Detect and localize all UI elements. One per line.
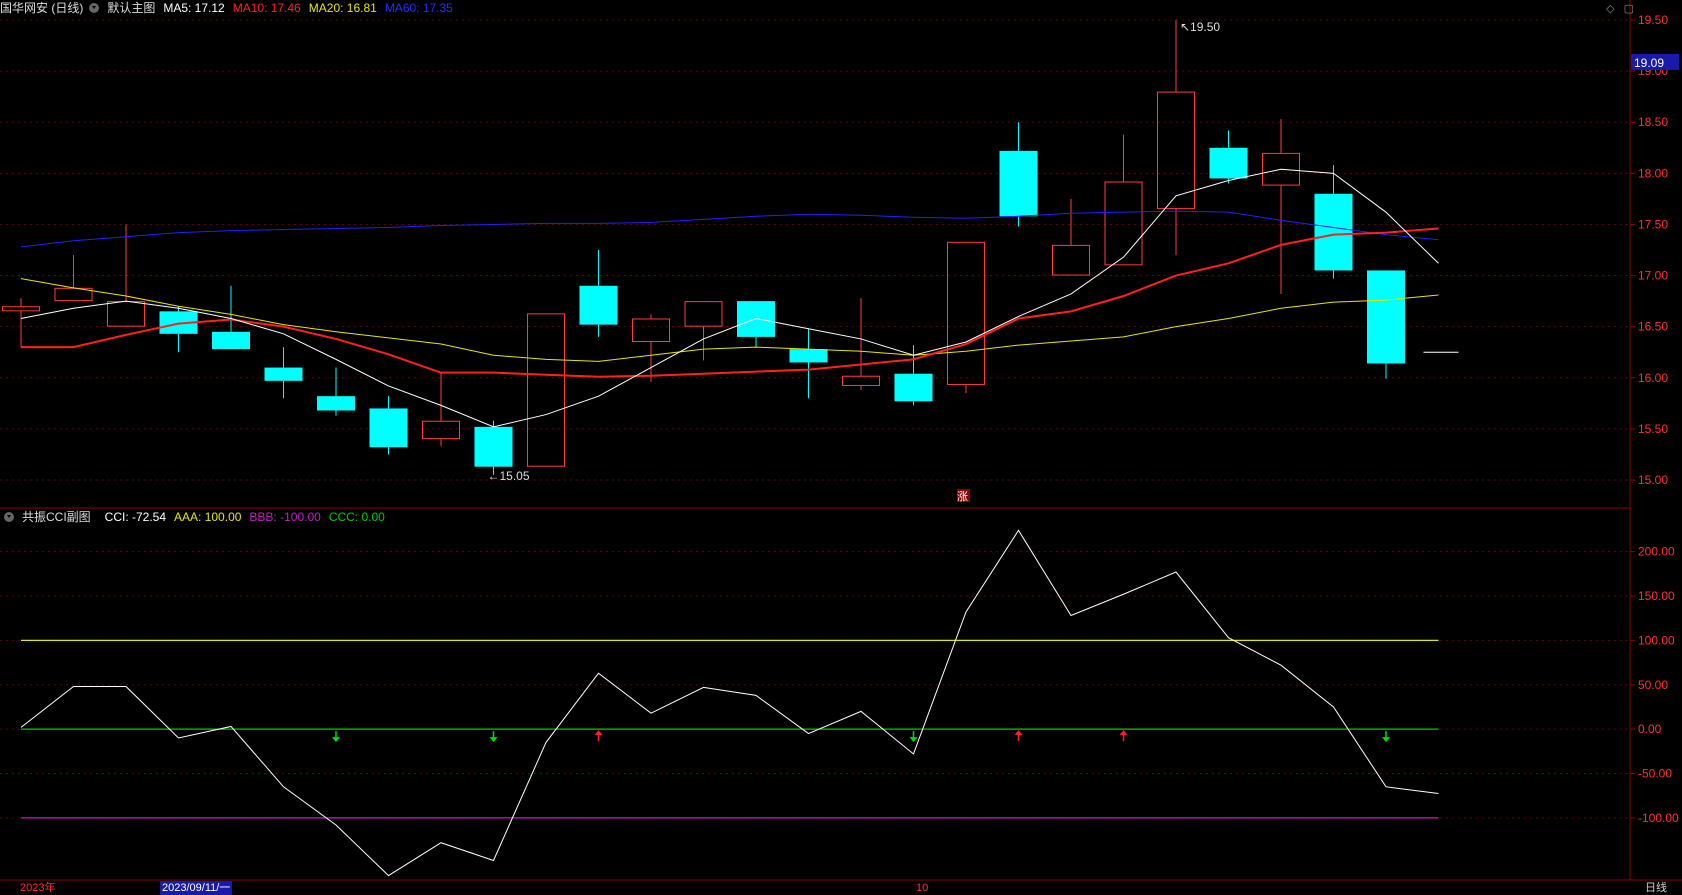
candle-body-down: [264, 367, 303, 381]
chevron-down-icon[interactable]: [4, 512, 14, 522]
signal-arrow-up-head: [1119, 730, 1128, 736]
ma60-value: MA60: 17.35: [384, 1, 453, 15]
candle-body-down: [474, 426, 513, 467]
ma10-line: [21, 227, 1439, 378]
cci-header: 共振CCI副图 CCI: -72.54 AAA: 100.00 BBB: -10…: [0, 509, 393, 525]
signal-arrow-down-head: [332, 737, 340, 743]
candle-body-up: [632, 318, 670, 343]
signal-arrow-up-head: [1014, 730, 1023, 736]
cci-tick-label: 200.00: [1638, 545, 1675, 559]
candle-body-up: [2, 306, 40, 312]
price-tick-label: 17.00: [1638, 269, 1668, 283]
cci-value: CCI: -72.54: [104, 510, 167, 524]
cci-tick-label: -100.00: [1638, 811, 1679, 825]
cci-tick-label: 50.00: [1638, 678, 1668, 692]
price-tick-label: 18.50: [1638, 115, 1668, 129]
candle-body-down: [579, 285, 618, 325]
ma20-value: MA20: 16.81: [308, 1, 377, 15]
signal-arrow-down-head: [1382, 737, 1390, 743]
signal-arrow-down-head: [489, 737, 498, 743]
moving-average-lines: ↖19.50 ←15.05 涨: [20, 20, 1459, 503]
candle-body-down: [212, 331, 250, 350]
price-axes: 19.5019.0018.5018.0017.5017.0016.5016.00…: [1630, 13, 1679, 825]
bbb-value: BBB: -100.00: [249, 510, 321, 524]
cursor-date-label: 2023/09/11/一: [160, 881, 233, 895]
candle-body-up: [1157, 91, 1195, 210]
cci-plot: [20, 529, 1439, 877]
candle-body-down: [999, 150, 1038, 217]
candlestick-series: [2, 20, 1405, 475]
candle-body-up: [1104, 181, 1143, 266]
signal-arrow-up-head: [594, 730, 603, 736]
main-chart-header: 国华网安 (日线) 默认主图 MA5: 17.12 MA10: 17.46 MA…: [0, 0, 461, 16]
top-toolbar: ◇ ▢: [1600, 2, 1634, 15]
price-tick-label: 18.00: [1638, 166, 1668, 180]
cci-tick-label: 100.00: [1638, 633, 1675, 647]
signal-arrow-down-head: [909, 737, 918, 743]
year-label: 2023年: [20, 882, 56, 894]
aaa-value: AAA: 100.00: [174, 510, 242, 524]
date-axis: 2023年 2023/09/11/一 10 日线: [0, 881, 1682, 895]
candle-body-up: [527, 313, 565, 467]
candle-body-up: [422, 420, 460, 440]
price-tick-label: 16.50: [1638, 320, 1668, 334]
candle-body-up: [107, 301, 145, 327]
chart-canvas[interactable]: ↖19.50←15.05涨 19.5019.0018.5018.0017.501…: [0, 0, 1682, 895]
rise-marker-label: 涨: [957, 490, 968, 503]
cci-tick-label: -50.00: [1638, 767, 1672, 781]
chevron-down-icon[interactable]: [89, 3, 100, 13]
window-icon[interactable]: ▢: [1624, 3, 1634, 15]
high-price-annotation: ↖19.50: [1180, 20, 1220, 34]
main-template-label[interactable]: 默认主图: [107, 0, 155, 16]
diamond-icon[interactable]: ◇: [1606, 3, 1614, 15]
candle-body-down: [1367, 270, 1405, 364]
price-tick-label: 19.50: [1638, 13, 1668, 27]
candle-body-down: [789, 349, 828, 363]
candle-body-down: [317, 396, 355, 411]
cci-title[interactable]: 共振CCI副图: [22, 509, 91, 525]
low-price-annotation: ←15.05: [488, 469, 530, 483]
ccc-value: CCC: 0.00: [328, 510, 385, 524]
price-tick-label: 15.00: [1638, 473, 1668, 487]
ma5-line: [20, 168, 1439, 428]
stock-title[interactable]: 国华网安 (日线): [0, 0, 83, 16]
ma5-value: MA5: 17.12: [163, 1, 225, 15]
cci-tick-label: 150.00: [1638, 589, 1675, 603]
candle-body-up: [947, 241, 985, 385]
price-tick-label: 17.50: [1638, 217, 1668, 231]
candle-body-up: [684, 301, 723, 327]
month-label: 10: [916, 882, 929, 894]
candle-body-down: [369, 408, 408, 448]
ma60-line: [20, 210, 1439, 248]
stock-chart-window: ↖19.50 ←15.05 涨 19.50 19.00 18.50 18.00 17.50 1…: [0, 0, 1682, 895]
cci-line: [20, 529, 1439, 877]
grid-lines: [0, 0, 1682, 881]
candle-body-up: [1052, 244, 1090, 276]
candle-body-up: [842, 375, 880, 386]
candle-body-down: [1209, 147, 1248, 179]
price-tick-label: 16.00: [1638, 371, 1668, 385]
current-price-label: 19.09: [1634, 56, 1664, 70]
candle-body-down: [1314, 193, 1353, 271]
candle-body-down: [894, 373, 933, 402]
price-tick-label: 15.50: [1638, 422, 1668, 436]
period-label[interactable]: 日线: [1645, 881, 1667, 895]
cci-tick-label: 0.00: [1638, 722, 1662, 736]
ma10-value: MA10: 17.46: [232, 1, 301, 15]
